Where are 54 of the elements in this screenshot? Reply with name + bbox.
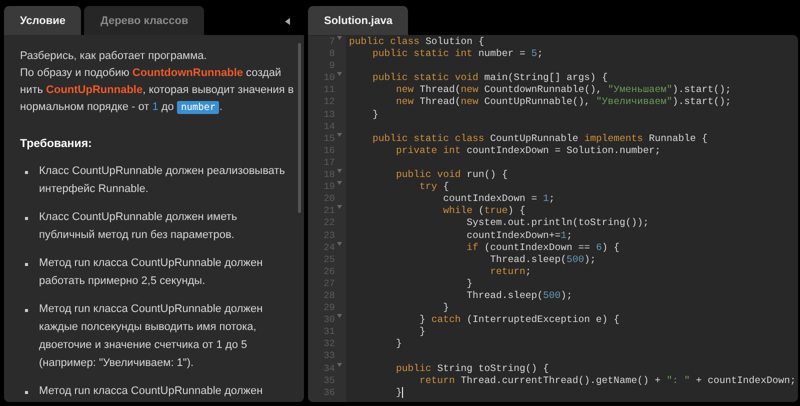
code-line: public static void main(String[] args) { — [372, 72, 608, 84]
fold-icon[interactable] — [337, 169, 342, 174]
file-tab[interactable]: Solution.java — [308, 6, 408, 35]
code-line: countIndexDown+=1; — [466, 230, 572, 242]
fold-icon[interactable] — [337, 205, 342, 210]
bullet-icon — [25, 309, 28, 312]
bullet-icon — [25, 171, 28, 174]
code-line: } — [442, 302, 449, 314]
code-line: Thread.sleep(500); — [489, 254, 596, 266]
code-line: public static int number = 5; — [372, 48, 544, 60]
code-line: while (true) { — [442, 205, 526, 218]
code-line: } — [466, 278, 472, 290]
bullet-icon — [25, 391, 28, 394]
code-line: private int countIndexDown = Solution.number; — [395, 144, 661, 157]
code-line: if (countIndexDown == 6) { — [466, 242, 620, 254]
fold-icon[interactable] — [337, 132, 342, 137]
fold-icon[interactable] — [337, 242, 342, 246]
code-line: } — [395, 386, 402, 399]
paragraph: Разберись, как работает программа. — [20, 49, 208, 64]
code-line: } — [395, 338, 402, 350]
fold-icon[interactable] — [337, 36, 342, 40]
code-line: public class Solution { — [349, 36, 484, 48]
code-line: new Thread(new CountdownRunnable(), "Уменьшаем").start(); — [395, 84, 732, 96]
requirement-text: Класс CountUpRunnable должен иметь публичный метод run без параметров. — [39, 210, 238, 243]
bullet-icon — [25, 217, 28, 220]
code-line: } catch (InterruptedException e) { — [418, 314, 620, 326]
code-line: new Thread(new CountUpRunnable(), "Увеличиваем").start(); — [395, 96, 732, 109]
requirement-text: Метод run класса CountUpRunnable должен каждые полсекунды выводить имя потока, двоеточие и значение счетчика от 1 до 5 (например: "Увеличиваем: 1"). — [39, 302, 264, 371]
tab[interactable]: Дерево классов — [84, 6, 204, 35]
code-line: public void run() { — [395, 169, 508, 182]
requirement-text: Метод run класса CountUpRunnable должен работать примерно 2,5 секунды. — [39, 256, 264, 289]
code-line: System.out.println(toString()); — [466, 217, 649, 230]
code-line: try { — [418, 181, 449, 194]
code-line: public String toString() { — [395, 362, 549, 375]
requirement-text: Метод run класса CountUpRunnable должен — [39, 384, 263, 399]
code-editor[interactable] — [308, 35, 798, 402]
requirement-text: Класс CountUpRunnable должен реализовывать интерфейс Runnable. — [39, 164, 286, 197]
code-line: Thread.sleep(500); — [466, 290, 572, 302]
tab[interactable]: Условие — [4, 6, 82, 35]
scrollbar[interactable] — [298, 43, 301, 213]
bullet-icon — [25, 263, 28, 266]
code-line: return Thread.currentThread().getName() + ": " + countIndexDown; — [418, 374, 796, 387]
code-line: public static class CountUpRunnable implements Runnable { — [372, 132, 708, 145]
collapse-icon[interactable] — [285, 18, 290, 25]
code-line: } — [372, 108, 378, 121]
code-line: countIndexDown = 1; — [442, 193, 555, 206]
fold-icon[interactable] — [337, 362, 342, 367]
section-heading: Требования: — [20, 137, 93, 152]
fold-icon[interactable] — [337, 181, 342, 186]
fold-icon[interactable] — [337, 72, 342, 76]
paragraph: По образу и подобию CountdownRunnable создай нить CountUpRunnable, которая выводит значения в нормальном порядке - от 1 до number . — [20, 66, 294, 116]
code-line: return; — [489, 266, 532, 278]
fold-icon[interactable] — [337, 314, 342, 318]
code-line: } — [418, 326, 426, 338]
